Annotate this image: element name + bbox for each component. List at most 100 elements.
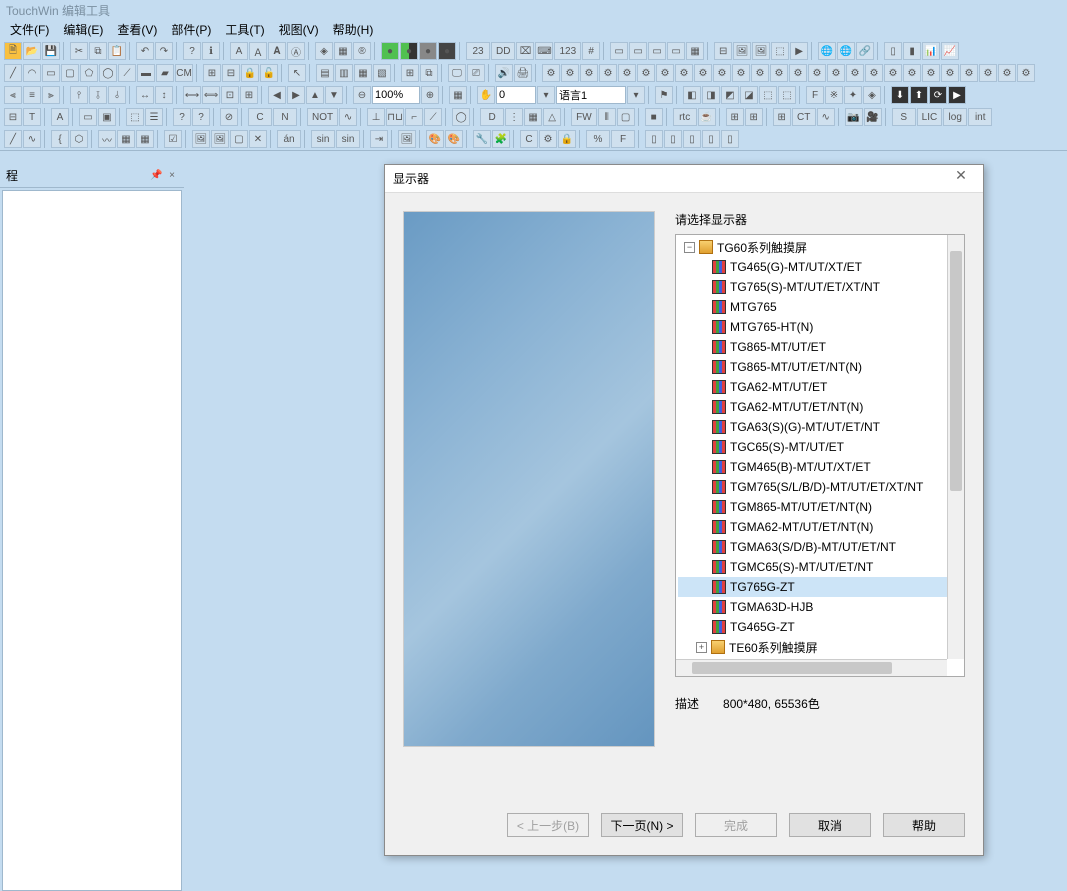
new-icon[interactable]: 🗎 bbox=[4, 42, 22, 60]
r5-an-icon[interactable]: án bbox=[277, 130, 301, 148]
frame-icon[interactable]: ⬚ bbox=[771, 42, 789, 60]
r3-4-icon[interactable]: ◪ bbox=[740, 86, 758, 104]
r5-pal2-icon[interactable]: 🎨 bbox=[445, 130, 463, 148]
fold-icon[interactable]: ⟋ bbox=[118, 64, 136, 82]
scrollbar-horizontal[interactable] bbox=[676, 659, 947, 676]
bar-icon[interactable]: ▮ bbox=[903, 42, 921, 60]
r5-b1-icon[interactable]: ▯ bbox=[645, 130, 663, 148]
misc25-icon[interactable]: ⚙ bbox=[998, 64, 1016, 82]
r4-lic-icon[interactable]: LIC bbox=[917, 108, 943, 126]
print-icon[interactable]: 🖨 bbox=[514, 64, 532, 82]
num23-icon[interactable]: 23 bbox=[466, 42, 490, 60]
paste-icon[interactable]: 📋 bbox=[108, 42, 126, 60]
align-r-icon[interactable]: ⫸ bbox=[42, 86, 60, 104]
misc15-icon[interactable]: ⚙ bbox=[808, 64, 826, 82]
misc14-icon[interactable]: ⚙ bbox=[789, 64, 807, 82]
speaker-icon[interactable]: 🔊 bbox=[495, 64, 513, 82]
misc21-icon[interactable]: ⚙ bbox=[922, 64, 940, 82]
r3-2-icon[interactable]: ◨ bbox=[702, 86, 720, 104]
r5-grid2-icon[interactable]: ▦ bbox=[136, 130, 154, 148]
menu-file[interactable]: 文件(F) bbox=[4, 19, 55, 40]
anim-icon[interactable]: ▶ bbox=[790, 42, 808, 60]
tree-leaf[interactable]: TGMA63D-HJB bbox=[678, 597, 962, 617]
fill-icon[interactable]: ▰ bbox=[156, 64, 174, 82]
a-style-icon[interactable]: 𝐀 bbox=[268, 42, 286, 60]
zoom-out-icon[interactable]: ⊖ bbox=[353, 86, 371, 104]
size-eq-icon[interactable]: ⊡ bbox=[221, 86, 239, 104]
scroll-thumb[interactable] bbox=[692, 662, 892, 674]
r4-q2-icon[interactable]: ? bbox=[192, 108, 210, 126]
misc3-icon[interactable]: ⚙ bbox=[580, 64, 598, 82]
misc10-icon[interactable]: ⚙ bbox=[713, 64, 731, 82]
r3-9-icon[interactable]: ◈ bbox=[863, 86, 881, 104]
misc19-icon[interactable]: ⚙ bbox=[884, 64, 902, 82]
ungroup-icon[interactable]: ⊟ bbox=[222, 64, 240, 82]
tree-leaf[interactable]: TGMC65(S)-MT/UT/ET/NT bbox=[678, 557, 962, 577]
r5-check-icon[interactable]: ☑ bbox=[164, 130, 182, 148]
monitor-icon[interactable]: 🖵 bbox=[448, 64, 466, 82]
text-a2-icon[interactable]: Ａ bbox=[249, 42, 267, 60]
misc22-icon[interactable]: ⚙ bbox=[941, 64, 959, 82]
r4-vid-icon[interactable]: 🎥 bbox=[864, 108, 882, 126]
slider-icon[interactable]: ⊟ bbox=[714, 42, 732, 60]
r5-wrench-icon[interactable]: 🔧 bbox=[473, 130, 491, 148]
r5-x-icon[interactable]: ✕ bbox=[249, 130, 267, 148]
lamp-green-icon[interactable]: ● bbox=[381, 42, 399, 60]
r4-sq-icon[interactable]: ⬚ bbox=[126, 108, 144, 126]
lamp-gray-icon[interactable]: ● bbox=[419, 42, 437, 60]
r5-grid1-icon[interactable]: ▦ bbox=[117, 130, 135, 148]
r4-1-icon[interactable]: ⊟ bbox=[4, 108, 22, 126]
tree-leaf[interactable]: TG865-MT/UT/ET bbox=[678, 337, 962, 357]
device-icon[interactable]: ⎚ bbox=[467, 64, 485, 82]
r4-cal2-icon[interactable]: ⊞ bbox=[745, 108, 763, 126]
r5-line-icon[interactable]: ╱ bbox=[4, 130, 22, 148]
misc16-icon[interactable]: ⚙ bbox=[827, 64, 845, 82]
misc9-icon[interactable]: ⚙ bbox=[694, 64, 712, 82]
r5-c-icon[interactable]: C bbox=[520, 130, 538, 148]
pic-icon[interactable]: 🖼 bbox=[733, 42, 751, 60]
link-icon[interactable]: 🔗 bbox=[856, 42, 874, 60]
nudge-l-icon[interactable]: ◀ bbox=[268, 86, 286, 104]
scroll-thumb[interactable] bbox=[950, 251, 962, 491]
open-icon[interactable]: 📂 bbox=[23, 42, 41, 60]
zoom-in-icon[interactable]: ⊕ bbox=[421, 86, 439, 104]
btn4-icon[interactable]: ▭ bbox=[667, 42, 685, 60]
r4-a-icon[interactable]: A bbox=[51, 108, 69, 126]
menu-help[interactable]: 帮助(H) bbox=[327, 19, 380, 40]
hash-icon[interactable]: # bbox=[582, 42, 600, 60]
tree-leaf[interactable]: TGA63(S)(G)-MT/UT/ET/NT bbox=[678, 417, 962, 437]
btn3-icon[interactable]: ▭ bbox=[648, 42, 666, 60]
chip-icon[interactable]: ▦ bbox=[334, 42, 352, 60]
a-outline-icon[interactable]: Ⓐ bbox=[287, 42, 305, 60]
align-c-icon[interactable]: ≡ bbox=[23, 86, 41, 104]
kb-icon[interactable]: ⌨ bbox=[535, 42, 553, 60]
line-icon[interactable]: ╱ bbox=[4, 64, 22, 82]
r5-hex-icon[interactable]: ⬡ bbox=[70, 130, 88, 148]
lamp-dual-icon[interactable]: ● bbox=[400, 42, 418, 60]
layer2-icon[interactable]: ▥ bbox=[335, 64, 353, 82]
misc24-icon[interactable]: ⚙ bbox=[979, 64, 997, 82]
nudge-r-icon[interactable]: ▶ bbox=[287, 86, 305, 104]
layer1-icon[interactable]: ▤ bbox=[316, 64, 334, 82]
r3-f-icon[interactable]: F bbox=[806, 86, 824, 104]
layer3-icon[interactable]: ▦ bbox=[354, 64, 372, 82]
r5-gear-icon[interactable]: ⚙ bbox=[539, 130, 557, 148]
save-icon[interactable]: 💾 bbox=[42, 42, 60, 60]
r4-c-icon[interactable]: C bbox=[248, 108, 272, 126]
size-w-icon[interactable]: ⟷ bbox=[183, 86, 201, 104]
menu-edit[interactable]: 编辑(E) bbox=[57, 19, 109, 40]
arc-icon[interactable]: ◠ bbox=[23, 64, 41, 82]
num-input[interactable] bbox=[496, 86, 536, 104]
tree-leaf[interactable]: TGC65(S)-MT/UT/ET bbox=[678, 437, 962, 457]
menu-view[interactable]: 查看(V) bbox=[111, 19, 163, 40]
size-all-icon[interactable]: ⊞ bbox=[240, 86, 258, 104]
r4-tag-icon[interactable]: ⊘ bbox=[220, 108, 238, 126]
help-button[interactable]: 帮助 bbox=[883, 813, 965, 837]
r4-dots-icon[interactable]: ⋮ bbox=[505, 108, 523, 126]
info-icon[interactable]: ℹ bbox=[202, 42, 220, 60]
menu-parts[interactable]: 部件(P) bbox=[165, 19, 217, 40]
r5-pict-icon[interactable]: 🖼 bbox=[398, 130, 416, 148]
r4-wav-icon[interactable]: ∿ bbox=[339, 108, 357, 126]
misc26-icon[interactable]: ⚙ bbox=[1017, 64, 1035, 82]
r3-8-icon[interactable]: ✦ bbox=[844, 86, 862, 104]
